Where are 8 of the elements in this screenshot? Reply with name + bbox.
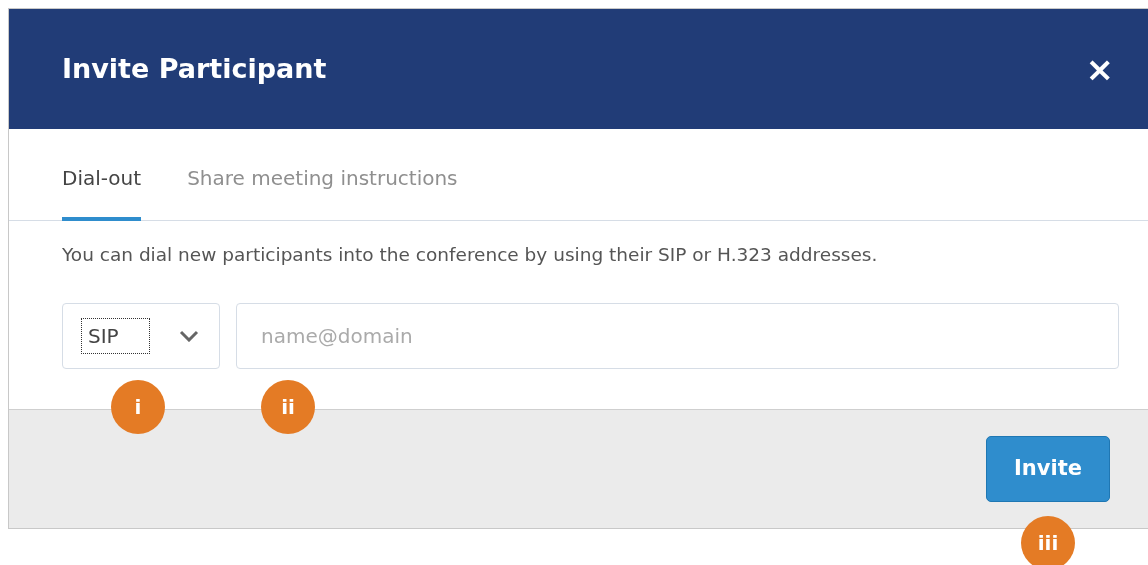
tab[interactable]: Dial-out — [62, 163, 142, 221]
protocol-select[interactable]: SIP — [62, 302, 220, 369]
invite-button[interactable]: Invite — [986, 435, 1110, 502]
close-button[interactable]: × — [1077, 52, 1122, 86]
address-field[interactable]: name@domain — [236, 302, 1119, 369]
chevron-down-icon — [179, 329, 199, 342]
description-text: You can dial new participants into the conference by using their SIP or H.323 addresses. — [62, 243, 879, 267]
dialog-title: Invite Participant — [62, 52, 327, 86]
